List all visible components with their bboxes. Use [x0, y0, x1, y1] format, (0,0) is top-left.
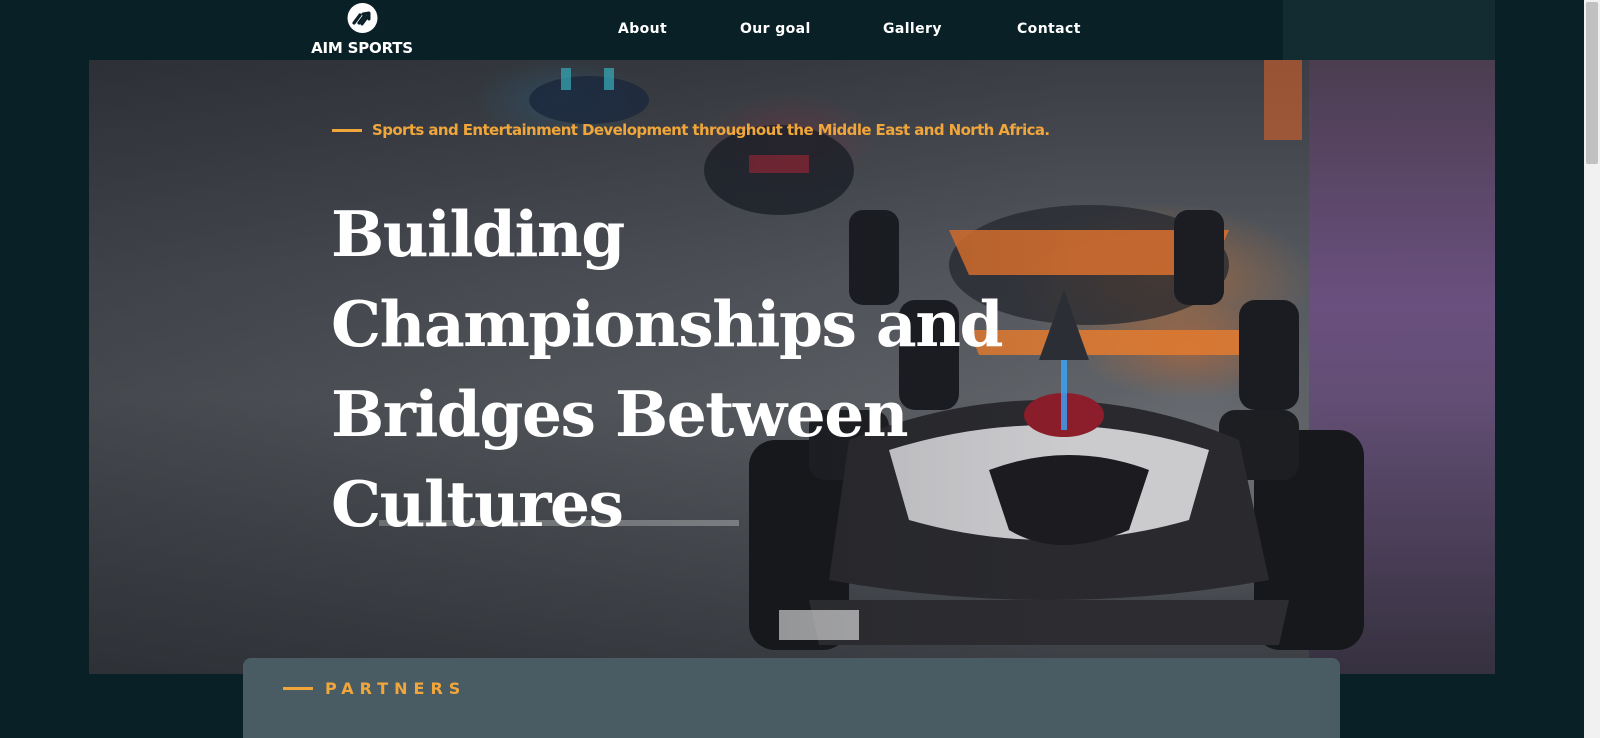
hero-tagline: Sports and Entertainment Development thr…: [332, 119, 1050, 141]
nav-our-goal[interactable]: Our goal: [740, 21, 811, 37]
nav-about[interactable]: About: [618, 21, 667, 37]
tagline-accent-bar: [332, 128, 362, 132]
logo[interactable]: AIM SPORTS: [310, 2, 414, 58]
nav-gallery[interactable]: Gallery: [883, 21, 942, 37]
double-chevron-circle-icon: [347, 3, 377, 33]
page-scrollbar[interactable]: [1584, 0, 1600, 738]
scrollbar-thumb[interactable]: [1586, 2, 1598, 164]
logo-text: AIM SPORTS: [311, 39, 413, 57]
tagline-text: Sports and Entertainment Development thr…: [372, 121, 1050, 139]
hero-title-line: Cultures: [331, 467, 624, 541]
hero-title-line: Championships and: [331, 287, 1004, 361]
partners-heading: PARTNERS: [283, 678, 466, 698]
header-accent-panel: [1283, 0, 1495, 60]
partners-accent-bar: [283, 686, 313, 690]
partners-section: PARTNERS: [243, 658, 1340, 738]
site-header: AIM SPORTS About Our goal Gallery Contac…: [0, 0, 1584, 60]
hero-title: Building Championships and Bridges Betwe…: [331, 189, 1004, 549]
nav-contact[interactable]: Contact: [1017, 21, 1081, 37]
hero-title-line: Bridges Between: [331, 377, 909, 451]
hero-title-line: Building: [331, 197, 625, 271]
partners-label: PARTNERS: [325, 678, 467, 698]
